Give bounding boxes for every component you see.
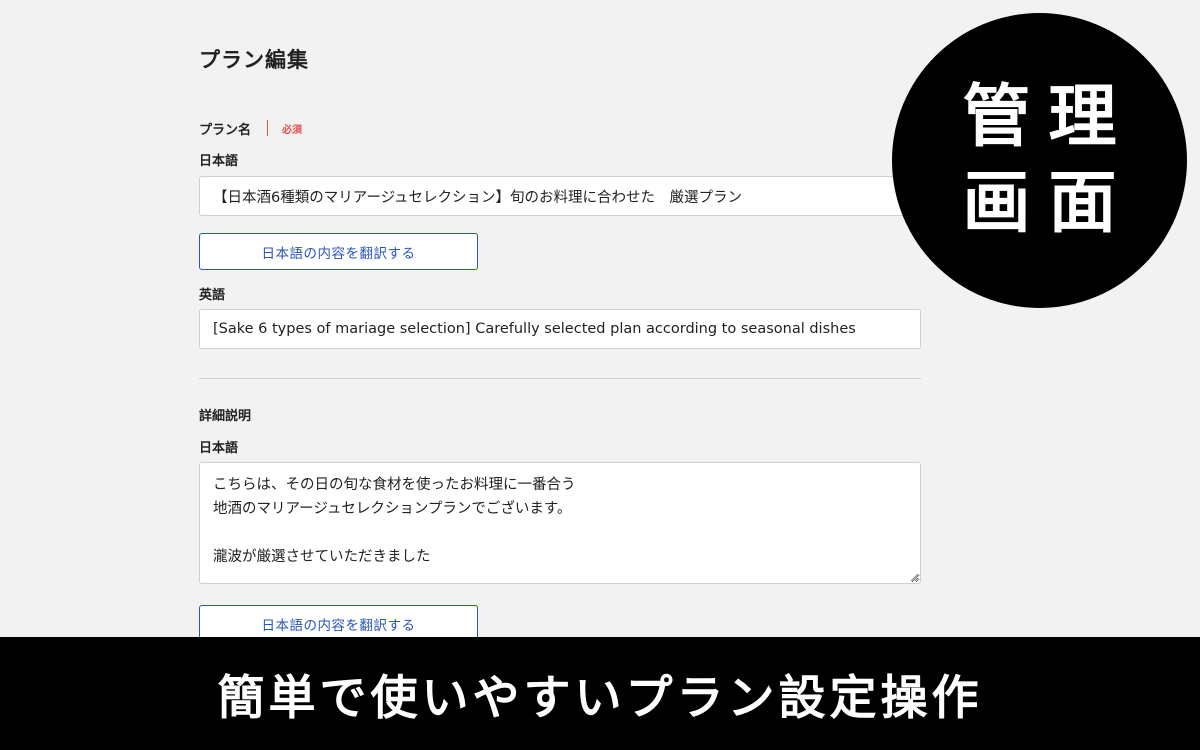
plan-name-english-input[interactable] bbox=[199, 309, 921, 349]
badge-line-2: 画面 bbox=[962, 163, 1135, 243]
badge-line-1: 管理 bbox=[962, 77, 1135, 157]
caption-banner: 簡単で使いやすいプラン設定操作 bbox=[0, 637, 1200, 750]
plan-name-label-row: プラン名 必須 bbox=[199, 118, 302, 138]
plan-name-english-label: 英語 bbox=[199, 288, 226, 303]
section-divider bbox=[199, 378, 921, 379]
description-japanese-label: 日本語 bbox=[199, 441, 239, 456]
required-divider bbox=[267, 120, 269, 136]
plan-name-japanese-input[interactable] bbox=[199, 176, 921, 216]
translate-plan-name-button[interactable]: 日本語の内容を翻訳する bbox=[199, 233, 478, 270]
description-label: 詳細説明 bbox=[199, 409, 252, 424]
admin-screen-badge: 管理 画面 bbox=[892, 13, 1187, 308]
page-title: プラン編集 bbox=[199, 48, 309, 72]
description-japanese-textarea[interactable]: こちらは、その日の旬な食材を使ったお料理に一番合う 地酒のマリアージュセレクショ… bbox=[199, 462, 921, 584]
plan-name-label: プラン名 bbox=[199, 122, 252, 138]
resize-grip-icon[interactable] bbox=[909, 572, 919, 582]
caption-text: 簡単で使いやすいプラン設定操作 bbox=[217, 671, 983, 726]
plan-name-japanese-label: 日本語 bbox=[199, 154, 239, 169]
required-badge: 必須 bbox=[282, 124, 303, 136]
